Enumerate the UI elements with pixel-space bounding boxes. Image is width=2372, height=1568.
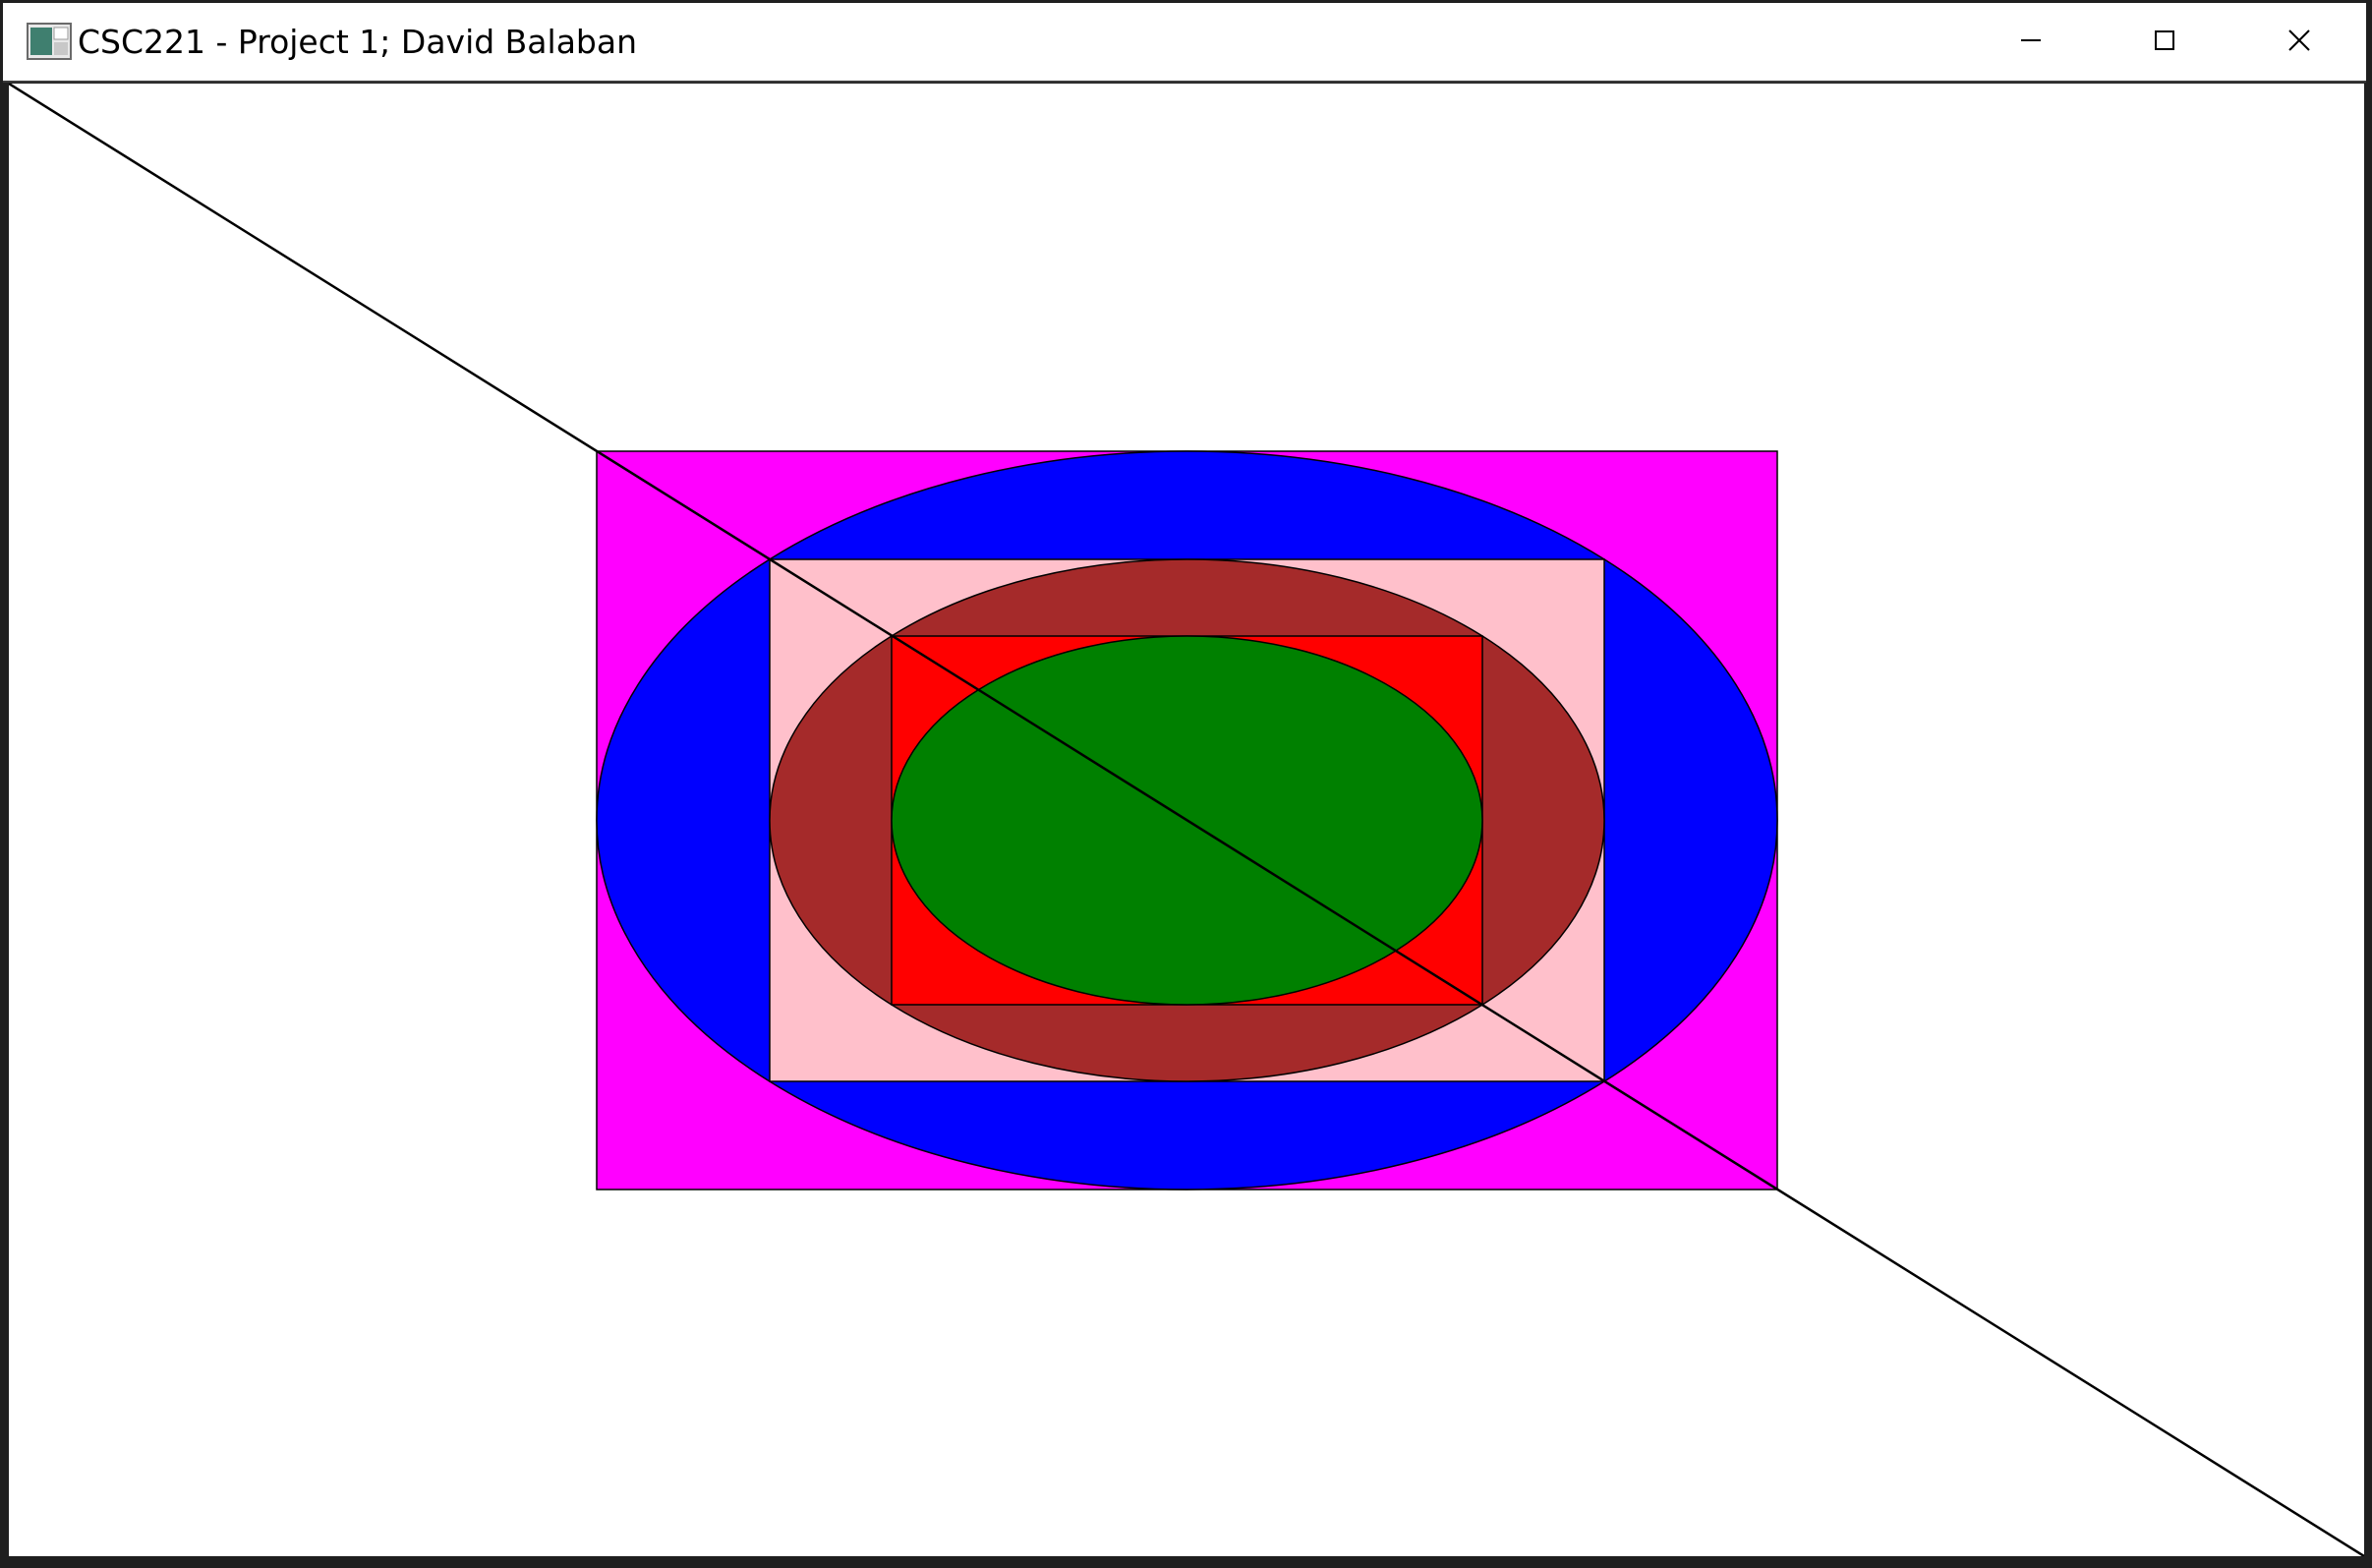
window-title: CSC221 - Project 1; David Balaban — [78, 23, 638, 61]
close-button[interactable] — [2232, 3, 2366, 81]
drawing-surface — [9, 84, 2364, 1556]
drawing-canvas[interactable] — [9, 84, 2364, 1556]
diagonal-line — [9, 84, 2364, 1556]
app-window-icon[interactable] — [27, 23, 72, 60]
minimize-icon — [2020, 29, 2042, 55]
maximize-icon — [2154, 29, 2175, 55]
close-icon — [2287, 29, 2311, 56]
maximize-button[interactable] — [2098, 3, 2231, 81]
title-bar[interactable]: CSC221 - Project 1; David Balaban — [3, 3, 2366, 83]
minimize-button[interactable] — [1964, 3, 2098, 81]
app-window: CSC221 - Project 1; David Balaban — [0, 0, 2372, 1568]
